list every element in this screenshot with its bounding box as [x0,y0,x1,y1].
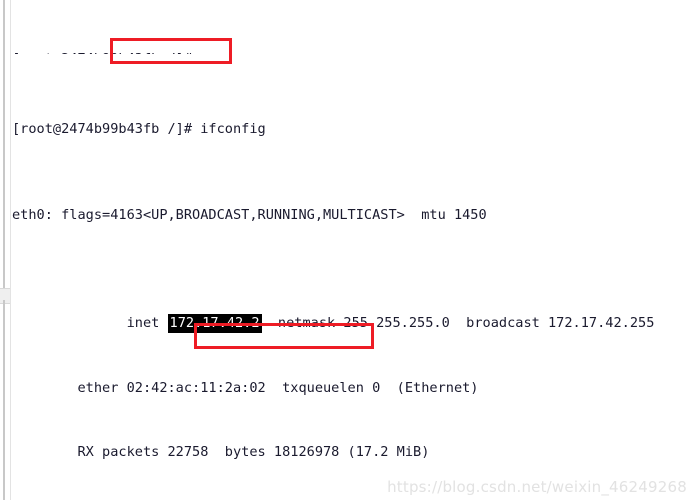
eth0-inet-address-highlight: 172.17.42.2 [167,313,262,333]
left-gutter-rail [0,0,11,500]
scroll-rail-upper[interactable] [3,0,5,290]
terminal-line-eth0-rx-packets: RX packets 22758 bytes 18126978 (17.2 Mi… [12,444,430,461]
eth0-inet-prefix: inet [61,314,168,331]
terminal-line-eth0-ether: ether 02:42:ac:11:2a:02 txqueuelen 0 (Et… [12,379,479,396]
terminal-line-eth0-flags: eth0: flags=4163<UP,BROADCAST,RUNNING,MU… [12,206,487,223]
terminal-line-partial-top: [root@2474b99b43fb /]# [12,49,695,54]
scroll-rail-lower[interactable] [3,300,5,500]
csdn-watermark: https://blog.csdn.net/weixin_46249268 [387,478,687,496]
terminal-window: [root@2474b99b43fb /]# [root@2474b99b43f… [0,0,695,500]
terminal-output[interactable]: [root@2474b99b43fb /]# [root@2474b99b43f… [12,0,695,500]
terminal-line-command-ifconfig: [root@2474b99b43fb /]# ifconfig [12,120,266,137]
scroll-rail-notch[interactable] [0,288,10,304]
eth0-inet-suffix: netmask 255.255.255.0 broadcast 172.17.4… [261,314,655,331]
terminal-line-eth0-inet: inet 172.17.42.2 netmask 255.255.255.0 b… [12,291,695,333]
